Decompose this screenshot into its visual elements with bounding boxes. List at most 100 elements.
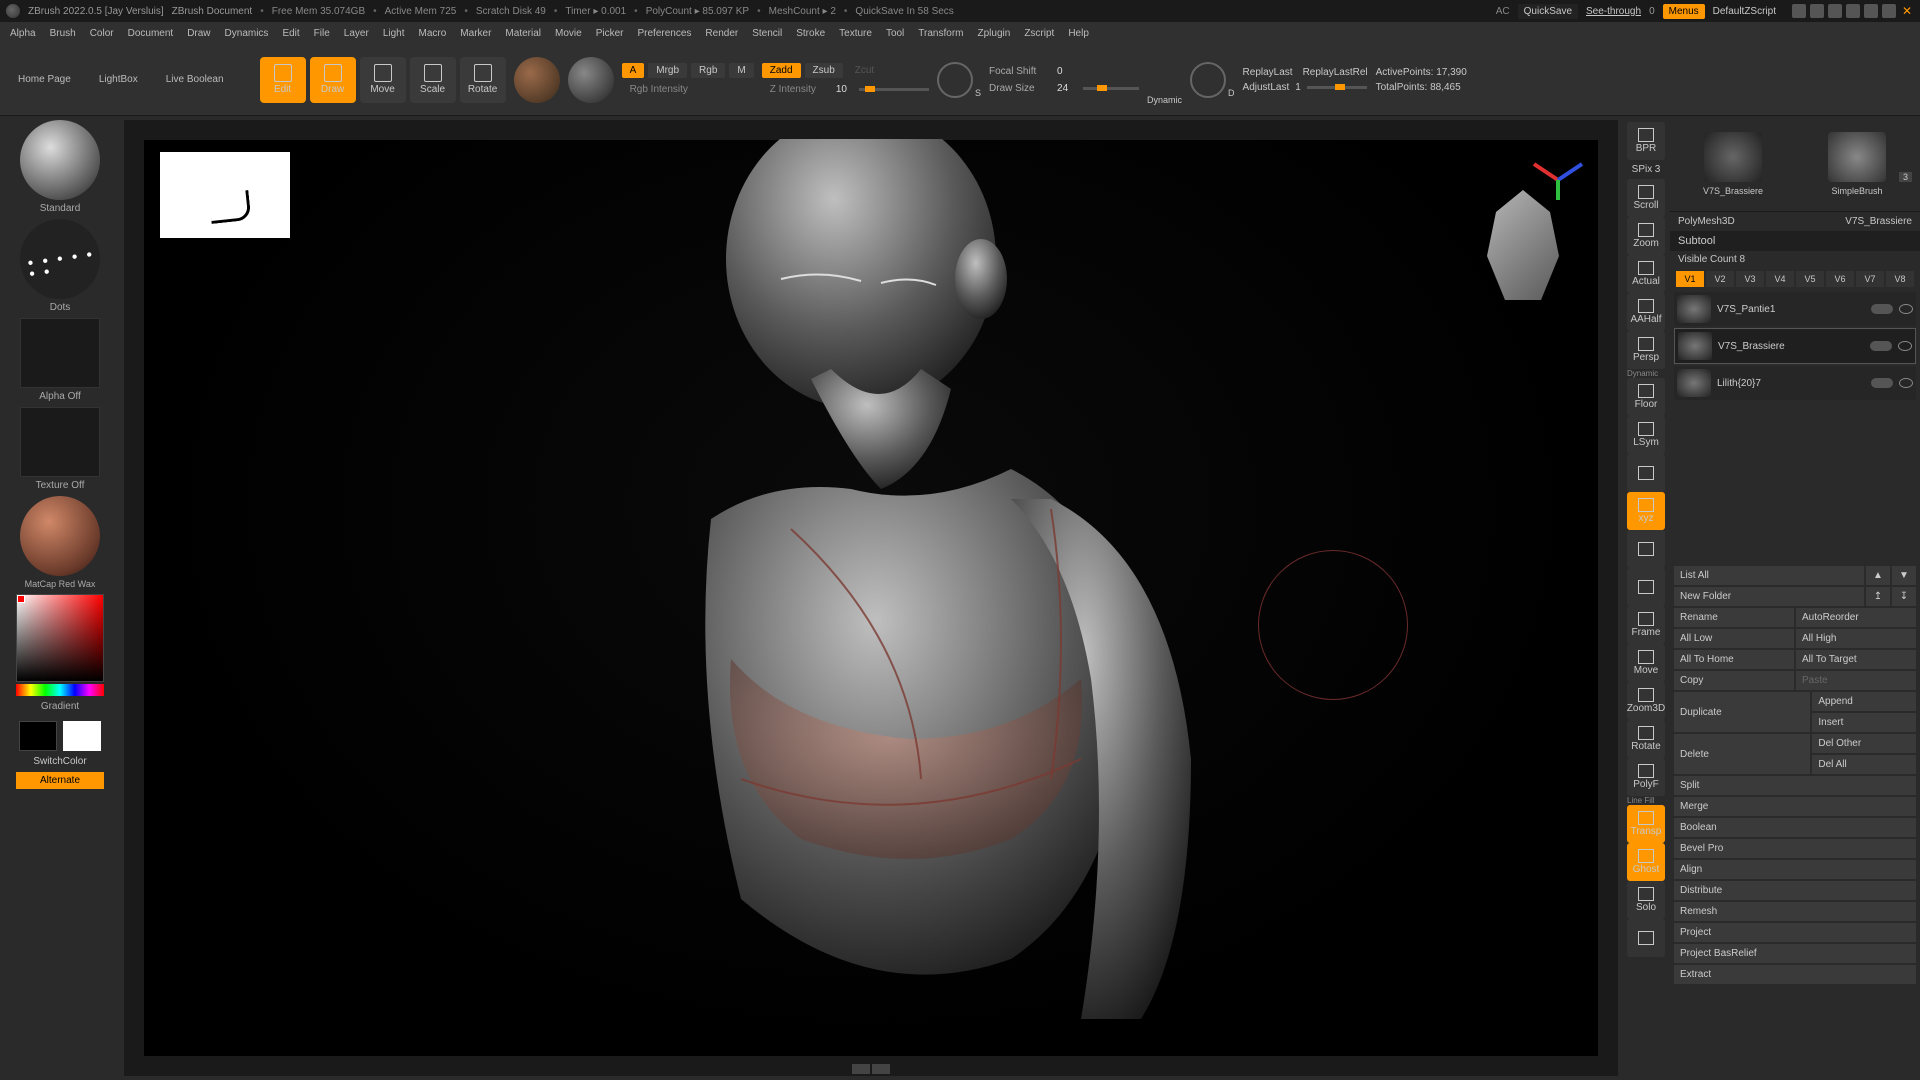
eye-icon[interactable] (1899, 378, 1913, 388)
seethrough-label[interactable]: See-through (1586, 6, 1641, 17)
window-icon[interactable] (1810, 4, 1824, 18)
menu-stencil[interactable]: Stencil (752, 28, 782, 39)
visibility-tab-v8[interactable]: V8 (1886, 271, 1914, 287)
tray-handle-icon[interactable] (872, 1064, 890, 1074)
duplicate-button[interactable]: Duplicate (1674, 692, 1810, 732)
menu-zscript[interactable]: Zscript (1024, 28, 1054, 39)
zadd-toggle[interactable]: Zadd (762, 63, 801, 78)
alternate-button[interactable]: Alternate (16, 772, 104, 789)
distribute-button[interactable]: Distribute (1674, 881, 1916, 900)
hue-strip[interactable] (16, 684, 104, 696)
project-basrelief-button[interactable]: Project BasRelief (1674, 944, 1916, 963)
m-toggle[interactable]: M (729, 63, 753, 78)
rgb-toggle[interactable]: Rgb (691, 63, 725, 78)
split-button[interactable]: Split (1674, 776, 1916, 795)
visibility-tab-v3[interactable]: V3 (1736, 271, 1764, 287)
move-down-icon[interactable]: ↧ (1892, 587, 1916, 606)
viewport-button[interactable] (1627, 530, 1665, 568)
Frame-button[interactable]: Frame (1627, 606, 1665, 644)
brush-thumb-icon[interactable] (20, 120, 100, 200)
alpha-thumb-icon[interactable] (20, 318, 100, 388)
menu-color[interactable]: Color (90, 28, 114, 39)
draw-size-slider[interactable] (1083, 87, 1139, 90)
quicksave-button[interactable]: QuickSave (1518, 4, 1578, 19)
all-low-button[interactable]: All Low (1674, 629, 1794, 648)
AAHalf-button[interactable]: AAHalf (1627, 293, 1665, 331)
menu-help[interactable]: Help (1068, 28, 1089, 39)
tab-home[interactable]: Home Page (8, 67, 81, 93)
dynamic-label[interactable]: Dynamic (1147, 95, 1182, 105)
LSym-button[interactable]: LSym (1627, 416, 1665, 454)
s-dial-icon[interactable] (937, 62, 973, 98)
alpha-sphere-icon[interactable] (568, 57, 614, 103)
tool1-label[interactable]: PolyMesh3D (1678, 216, 1735, 227)
tab-liveboolean[interactable]: Live Boolean (156, 67, 234, 93)
subtool-row[interactable]: V7S_Pantie1 (1674, 292, 1916, 326)
default-zscript[interactable]: DefaultZScript (1713, 6, 1776, 17)
menu-layer[interactable]: Layer (344, 28, 369, 39)
menu-light[interactable]: Light (383, 28, 405, 39)
insert-button[interactable]: Insert (1812, 713, 1916, 732)
visibility-tab-v4[interactable]: V4 (1766, 271, 1794, 287)
mrgb-toggle[interactable]: Mrgb (648, 63, 687, 78)
menu-transform[interactable]: Transform (918, 28, 963, 39)
material-sphere-icon[interactable] (514, 57, 560, 103)
Actual-button[interactable]: Actual (1627, 255, 1665, 293)
Ghost-button[interactable]: Ghost (1627, 843, 1665, 881)
up-arrow-icon[interactable]: ▲ (1866, 566, 1890, 585)
Solo-button[interactable]: Solo (1627, 881, 1665, 919)
gradient-label[interactable]: Gradient (4, 698, 116, 715)
delete-button[interactable]: Delete (1674, 734, 1810, 774)
rename-button[interactable]: Rename (1674, 608, 1794, 627)
copy-button[interactable]: Copy (1674, 671, 1794, 690)
menus-button[interactable]: Menus (1663, 4, 1705, 19)
texture-thumb-icon[interactable] (20, 407, 100, 477)
switch-color-button[interactable]: SwitchColor (16, 753, 104, 770)
project-button[interactable]: Project (1674, 923, 1916, 942)
menu-material[interactable]: Material (505, 28, 541, 39)
boolean-button[interactable]: Boolean (1674, 818, 1916, 837)
viewport[interactable] (124, 120, 1618, 1076)
subtool-toggle[interactable] (1870, 341, 1892, 351)
reference-thumbnail[interactable] (160, 152, 290, 238)
material-thumb-icon[interactable] (20, 496, 100, 576)
window-icon[interactable] (1828, 4, 1842, 18)
Persp-button[interactable]: Persp (1627, 331, 1665, 369)
menu-zplugin[interactable]: Zplugin (978, 28, 1011, 39)
del-other-button[interactable]: Del Other (1812, 734, 1916, 753)
visibility-tab-v7[interactable]: V7 (1856, 271, 1884, 287)
tray-handle-icon[interactable] (852, 1064, 870, 1074)
down-arrow-icon[interactable]: ▼ (1892, 566, 1916, 585)
a-toggle[interactable]: A (622, 63, 645, 78)
visibility-tab-v1[interactable]: V1 (1676, 271, 1704, 287)
PolyF-button[interactable]: PolyF (1627, 758, 1665, 796)
subtool-row[interactable]: Lilith{20}7 (1674, 366, 1916, 400)
stroke-thumb-icon[interactable] (20, 219, 100, 299)
Zoom-button[interactable]: Zoom (1627, 217, 1665, 255)
d-dial-icon[interactable] (1190, 62, 1226, 98)
draw-button[interactable]: Draw (310, 57, 356, 103)
zsub-toggle[interactable]: Zsub (805, 63, 843, 78)
tool-slot-b[interactable]: SimpleBrush (1800, 132, 1914, 196)
subtool-toggle[interactable] (1871, 378, 1893, 388)
menu-marker[interactable]: Marker (460, 28, 491, 39)
move-up-icon[interactable]: ↥ (1866, 587, 1890, 606)
autoreorder-button[interactable]: AutoReorder (1796, 608, 1916, 627)
rotate-button[interactable]: Rotate (460, 57, 506, 103)
merge-button[interactable]: Merge (1674, 797, 1916, 816)
color-picker[interactable] (16, 594, 104, 682)
subtool-toggle[interactable] (1871, 304, 1893, 314)
remesh-button[interactable]: Remesh (1674, 902, 1916, 921)
zcut-toggle[interactable]: Zcut (847, 63, 882, 78)
extract-button[interactable]: Extract (1674, 965, 1916, 984)
edit-button[interactable]: Edit (260, 57, 306, 103)
bevel-pro-button[interactable]: Bevel Pro (1674, 839, 1916, 858)
list-all-button[interactable]: List All (1674, 566, 1864, 585)
subtool-row[interactable]: V7S_Brassiere (1674, 328, 1916, 364)
tab-lightbox[interactable]: LightBox (89, 67, 148, 93)
Zoom3D-button[interactable]: Zoom3D (1627, 682, 1665, 720)
menu-edit[interactable]: Edit (282, 28, 299, 39)
paste-button[interactable]: Paste (1796, 671, 1916, 690)
menu-brush[interactable]: Brush (50, 28, 76, 39)
all-to-target-button[interactable]: All To Target (1796, 650, 1916, 669)
